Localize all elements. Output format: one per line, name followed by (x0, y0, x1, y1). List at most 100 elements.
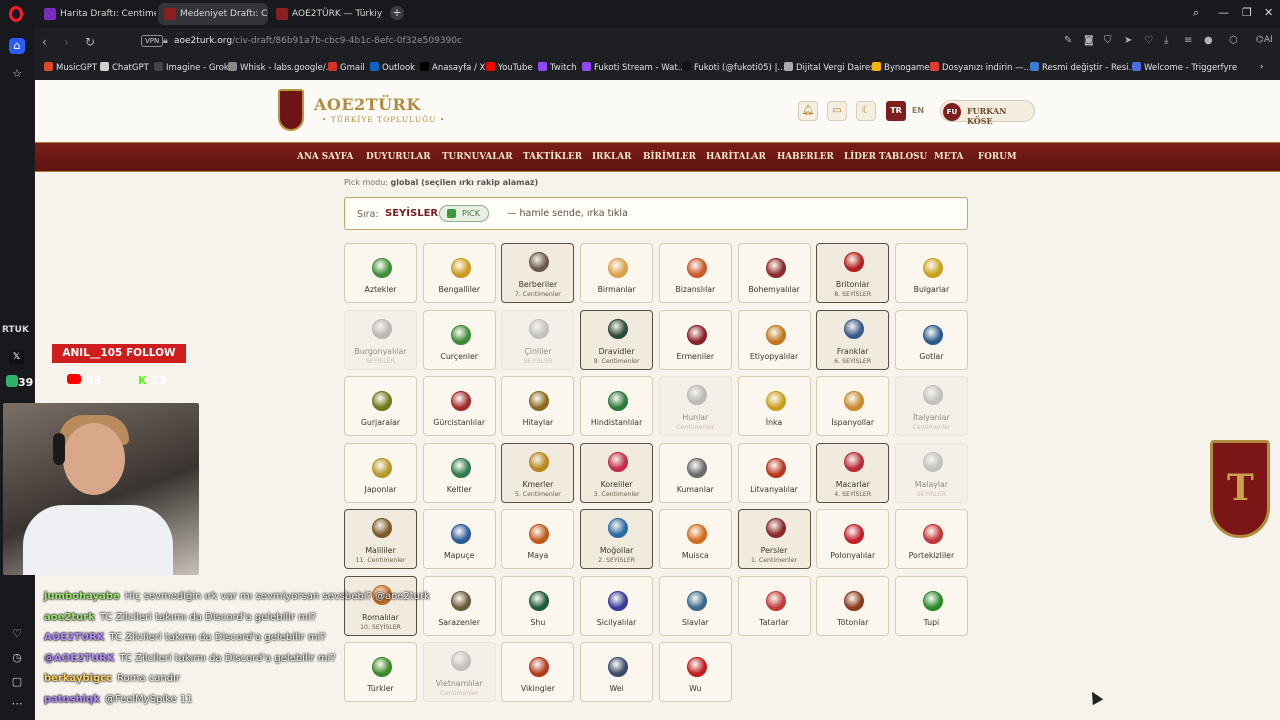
civ-card[interactable]: Sarazenler (422, 575, 496, 636)
close-icon[interactable]: ✕ (1264, 6, 1273, 19)
civ-card[interactable]: Bulgarlar (894, 243, 968, 303)
civ-card[interactable]: Bizanslılar (658, 243, 732, 303)
bookmark-item[interactable]: Dosyanızı indirin —... (930, 62, 1032, 73)
forward-icon[interactable]: › (64, 35, 69, 49)
bookmark-item[interactable]: Whisk - labs.google/... (228, 62, 334, 73)
civ-card[interactable]: İspanyollar (816, 376, 890, 436)
civ-card[interactable]: Bohemyalılar (737, 243, 811, 303)
nav-haberler[interactable]: HABERLER (777, 152, 834, 162)
send-icon[interactable]: ➤ (1124, 35, 1132, 46)
tab-civ-draft[interactable]: Medeniyet Draftı: Centim (158, 3, 268, 25)
civ-card[interactable]: Tötonlar (816, 575, 890, 636)
bookmark-item[interactable]: Anasayfa / X (420, 62, 485, 73)
history-icon[interactable]: ◷ (9, 650, 25, 666)
lang-en-button[interactable]: EN (908, 101, 928, 121)
civ-card[interactable]: Portekizliler (894, 509, 968, 569)
civ-card[interactable]: Aztekler (344, 243, 417, 303)
civ-card[interactable]: Hitaylar (501, 376, 575, 436)
bookmark-item[interactable]: Dijital Vergi Dairesi (784, 62, 877, 73)
logo-title[interactable]: AOE2TÜRK (314, 95, 421, 114)
bookmark-item[interactable]: Gmail (328, 62, 365, 73)
camera-icon[interactable]: ◙ (1084, 35, 1094, 46)
nav-meta[interactable]: META (934, 152, 963, 162)
heart-icon[interactable]: ♡ (9, 626, 25, 642)
menu-icon[interactable]: ≡ (1184, 35, 1192, 46)
civ-card[interactable]: Maya (501, 509, 575, 569)
edit-icon[interactable]: ✎ (1064, 35, 1072, 46)
screen-icon[interactable]: ▭ (827, 101, 847, 121)
tab-map-draft[interactable]: Harita Draftı: Centimenler (38, 3, 156, 25)
ai-icon[interactable]: ⌬AI (1256, 35, 1273, 45)
civ-card[interactable]: Keltler (422, 442, 496, 503)
civ-card[interactable]: Gürcistanlılar (422, 376, 496, 436)
nav-taktikler[interactable]: TAKTİKLER (523, 152, 582, 162)
civ-card[interactable]: Hindistanlılar (580, 376, 654, 436)
url-field[interactable]: aoe2turk.org/civ-draft/86b91a7b-cbc9-4b1… (174, 36, 462, 46)
civ-card[interactable]: Wei (580, 642, 654, 702)
user-menu-button[interactable]: FU FURKAN KÖSE (940, 100, 1035, 126)
profile-icon[interactable]: ● (1204, 35, 1213, 46)
bookmarks-more-icon[interactable]: › (1260, 62, 1263, 72)
vpn-badge[interactable]: VPN (141, 35, 164, 47)
civ-card[interactable]: Gurjaralar (344, 376, 417, 436)
civ-card[interactable]: Etiyopyalılar (737, 309, 811, 370)
civ-card[interactable]: Shu (501, 575, 575, 636)
nav-forum[interactable]: FORUM (978, 152, 1017, 162)
nav-birimler[interactable]: BİRİMLER (643, 152, 696, 162)
heart-icon[interactable]: ♡ (1144, 35, 1153, 46)
bookmark-item[interactable]: Fukoti (@fukoti05) |... (682, 62, 786, 73)
shield-icon[interactable]: ⛉ (1104, 35, 1112, 46)
civ-card[interactable]: Kumanlar (658, 442, 732, 503)
civ-card[interactable]: Gotlar (894, 309, 968, 370)
bell-icon[interactable]: 🔔︎ (798, 101, 818, 121)
search-icon[interactable]: ⌕ (1193, 6, 1199, 20)
lang-tr-button[interactable]: TR (886, 101, 906, 121)
tab-aoe2turk[interactable]: AOE2TÜRK — Türkiye Top (270, 3, 382, 25)
lock-icon[interactable]: 🔒︎ (163, 36, 168, 46)
cube-icon[interactable]: ▢ (9, 674, 25, 690)
bookmark-item[interactable]: Fukoti Stream - Wat... (582, 62, 686, 73)
maximize-icon[interactable]: ❐ (1242, 6, 1252, 19)
civ-card[interactable]: Polonyalılar (816, 509, 890, 569)
reload-icon[interactable]: ↻ (85, 35, 95, 49)
bookmark-item[interactable]: Bynogame (872, 62, 930, 73)
nav-lider-tablosu[interactable]: LİDER TABLOSU (844, 152, 927, 162)
civ-card[interactable]: Türkler (344, 642, 417, 702)
civ-card[interactable]: Tatarlar (737, 575, 811, 636)
star-icon[interactable]: ☆ (9, 66, 25, 82)
extension-icon[interactable]: ⬡ (1229, 35, 1238, 46)
new-tab-button[interactable]: + (390, 6, 404, 20)
bookmark-item[interactable]: Resmi değiştir - Resi... (1030, 62, 1137, 73)
nav-ana-sayfa[interactable]: ANA SAYFA (297, 152, 353, 162)
civ-card[interactable]: Sicilyalılar (580, 575, 654, 636)
nav-turnuvalar[interactable]: TURNUVALAR (442, 152, 513, 162)
civ-card[interactable]: Litvanyalılar (737, 442, 811, 503)
nav-haritalar[interactable]: HARİTALAR (706, 152, 766, 162)
nav-irklar[interactable]: IRKLAR (592, 152, 631, 162)
civ-card[interactable]: Wu (658, 642, 732, 702)
moon-icon[interactable]: ☾ (856, 101, 876, 121)
civ-card[interactable]: Vikingler (501, 642, 575, 702)
bookmark-item[interactable]: Imagine - Grok (154, 62, 229, 73)
logo-shield-icon[interactable] (278, 89, 304, 131)
bookmark-item[interactable]: ChatGPT (100, 62, 149, 73)
bookmark-item[interactable]: YouTube (486, 62, 533, 73)
bookmark-item[interactable]: MusicGPT (44, 62, 97, 73)
civ-card[interactable]: Slavlar (658, 575, 732, 636)
more-icon[interactable]: ⋯ (9, 696, 25, 712)
bookmark-item[interactable]: Welcome - Triggerfyre (1132, 62, 1237, 73)
civ-card[interactable]: Curçenler (422, 309, 496, 370)
bookmark-item[interactable]: Outlook (370, 62, 415, 73)
civ-card[interactable]: Ermeniler (658, 309, 732, 370)
opera-logo-icon[interactable] (9, 6, 23, 22)
civ-card[interactable]: Muisca (658, 509, 732, 569)
civ-card[interactable]: İnka (737, 376, 811, 436)
civ-card[interactable]: Japonlar (344, 442, 417, 503)
civ-card[interactable]: Birmanlar (580, 243, 654, 303)
civ-card[interactable]: Tupi (894, 575, 968, 636)
download-icon[interactable]: ⤓ (1164, 35, 1168, 46)
nav-duyurular[interactable]: DUYURULAR (366, 152, 431, 162)
minimize-icon[interactable]: — (1218, 6, 1229, 19)
back-icon[interactable]: ‹ (42, 35, 47, 49)
civ-card[interactable]: Mapuçe (422, 509, 496, 569)
